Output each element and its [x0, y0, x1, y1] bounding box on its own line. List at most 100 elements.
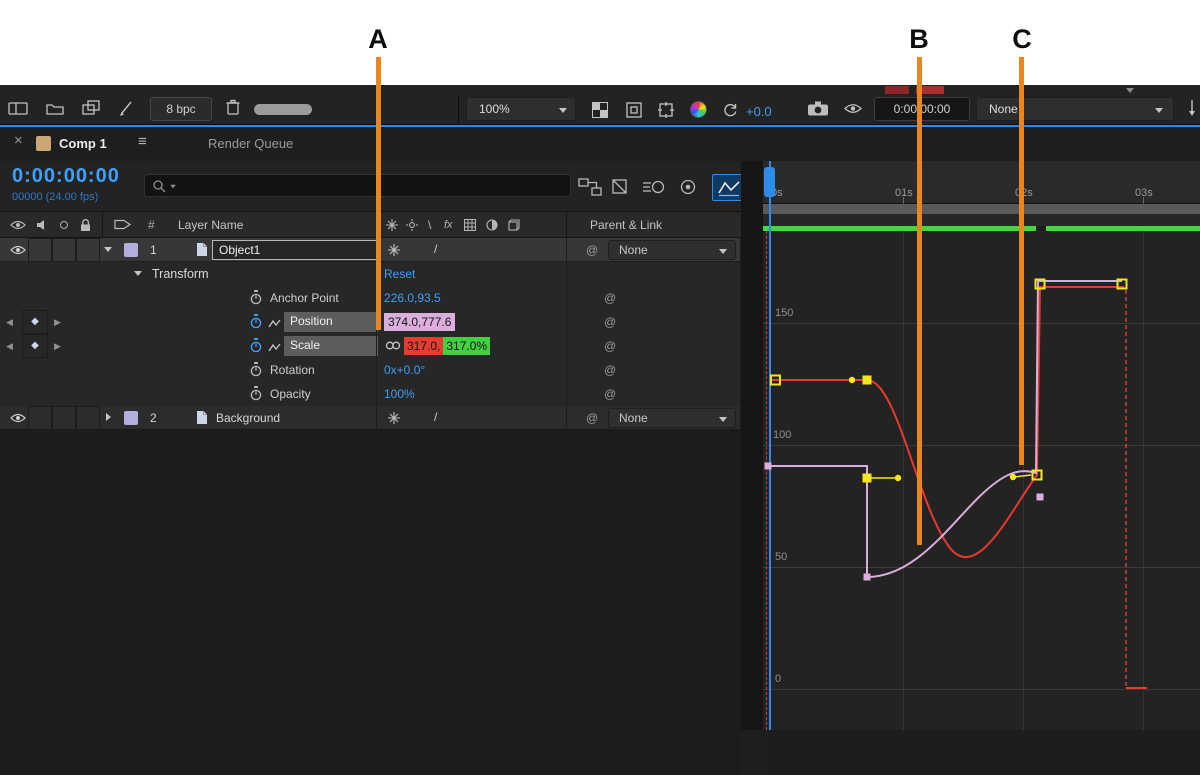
pen-icon[interactable] — [1186, 99, 1198, 117]
snapshot-camera-icon[interactable] — [808, 101, 828, 116]
quality-switch-icon[interactable]: / — [434, 242, 437, 257]
pickwhip-icon[interactable]: @ — [604, 387, 616, 402]
layer2-parent-dropdown[interactable]: None — [608, 408, 736, 428]
zoom-dropdown[interactable]: 100% — [466, 97, 576, 121]
column-hash[interactable]: # — [148, 218, 155, 233]
keyframe-handles[interactable] — [848, 376, 1032, 482]
pickwhip-icon[interactable]: @ — [586, 243, 598, 258]
solo-toggle-cell[interactable] — [52, 406, 76, 430]
stopwatch-icon-active[interactable] — [250, 338, 262, 353]
brush-icon[interactable] — [118, 99, 134, 117]
scale-values: 317.0, 317.0% — [404, 337, 491, 355]
constrain-link-icon[interactable] — [385, 341, 401, 350]
view-layout-dropdown[interactable]: None — [976, 97, 1174, 121]
close-icon[interactable]: × — [14, 133, 23, 148]
keyframe-toggle-cell[interactable]: ◆ — [22, 310, 48, 334]
panel-gutter[interactable] — [741, 161, 763, 730]
reset-exposure-icon[interactable] — [722, 102, 738, 118]
position-label-box[interactable]: Position — [284, 312, 378, 332]
show-snapshot-icon[interactable] — [844, 103, 862, 114]
transform-group-label[interactable]: Transform — [152, 267, 209, 282]
eye-icon[interactable] — [10, 245, 26, 255]
anchor-point-value[interactable]: 226.0,93.5 — [384, 291, 441, 306]
layer2-label-swatch[interactable] — [124, 411, 138, 425]
region-of-interest-icon[interactable] — [626, 102, 642, 118]
layer1-label-swatch[interactable] — [124, 243, 138, 257]
transparency-grid-icon[interactable] — [592, 102, 608, 118]
preview-timecode-box[interactable]: 0:00:00:00 — [874, 97, 970, 121]
current-timecode[interactable]: 0:00:00:00 — [12, 165, 120, 187]
opacity-label[interactable]: Opacity — [270, 387, 311, 402]
annotation-line-a — [376, 57, 381, 330]
column-layer-name[interactable]: Layer Name — [178, 218, 243, 233]
graph-toggle-icon[interactable] — [268, 342, 281, 353]
audio-toggle-cell[interactable] — [28, 406, 52, 430]
value-curve-lavender[interactable] — [766, 280, 1122, 579]
cube-3d-column-icon — [508, 219, 520, 231]
pickwhip-icon[interactable]: @ — [586, 411, 598, 426]
stopwatch-icon[interactable] — [250, 362, 262, 377]
stopwatch-icon[interactable] — [250, 386, 262, 401]
keyframe-markers[interactable] — [764, 278, 1128, 581]
next-keyframe-icon[interactable]: ▶ — [54, 315, 61, 330]
scale-x-value[interactable]: 317.0, — [404, 337, 444, 355]
lock-toggle-cell[interactable] — [76, 238, 100, 262]
prev-keyframe-icon[interactable]: ◀ — [6, 315, 13, 330]
next-keyframe-icon[interactable]: ▶ — [54, 339, 61, 354]
stopwatch-icon[interactable] — [250, 290, 262, 305]
exposure-value[interactable]: +0.0 — [746, 104, 772, 119]
workspace-icon[interactable] — [8, 101, 28, 117]
anchor-point-label[interactable]: Anchor Point — [270, 291, 339, 306]
position-value[interactable]: 374.0,777.6 — [384, 313, 456, 331]
eye-icon[interactable] — [10, 413, 26, 423]
value-curve-red[interactable] — [770, 286, 1147, 689]
color-channels-icon[interactable] — [690, 101, 707, 118]
rotation-label[interactable]: Rotation — [270, 363, 315, 378]
stopwatch-icon-active[interactable] — [250, 314, 262, 329]
scale-label-box[interactable]: Scale — [284, 336, 378, 356]
layer2-twirl-icon[interactable] — [106, 413, 111, 421]
column-divider — [566, 238, 567, 430]
trash-icon[interactable] — [226, 99, 240, 116]
motion-blur-icon[interactable] — [676, 177, 700, 197]
collapse-switch-icon[interactable] — [388, 244, 400, 256]
layer1-name-box[interactable]: Object1 — [212, 240, 380, 260]
keyframe-toggle-cell[interactable]: ◆ — [22, 334, 48, 358]
layer2-name[interactable]: Background — [216, 411, 280, 426]
layer1-parent-value: None — [619, 243, 648, 257]
audio-toggle-cell[interactable] — [28, 238, 52, 262]
grid-guides-icon[interactable] — [658, 102, 674, 118]
column-parent-link[interactable]: Parent & Link — [590, 218, 662, 233]
tab-render-queue[interactable]: Render Queue — [208, 136, 293, 151]
scale-y-value[interactable]: 317.0% — [443, 337, 491, 355]
opacity-value[interactable]: 100% — [384, 387, 415, 402]
bit-depth-button[interactable]: 8 bpc — [150, 97, 212, 121]
layer1-parent-dropdown[interactable]: None — [608, 240, 736, 260]
playhead-handle[interactable] — [764, 167, 775, 197]
panel-menu-icon[interactable]: ≡ — [138, 134, 147, 149]
search-input[interactable] — [144, 174, 571, 197]
quality-switch-icon[interactable]: / — [434, 410, 437, 425]
folder-icon[interactable] — [46, 102, 64, 116]
scroll-up-icon[interactable] — [1126, 88, 1134, 93]
collapse-switch-icon[interactable] — [388, 412, 400, 424]
chevron-down-icon — [719, 417, 727, 422]
solo-toggle-cell[interactable] — [52, 238, 76, 262]
pickwhip-icon[interactable]: @ — [604, 339, 616, 354]
frame-blending-icon[interactable] — [642, 177, 666, 197]
pickwhip-icon[interactable]: @ — [604, 315, 616, 330]
prev-keyframe-icon[interactable]: ◀ — [6, 339, 13, 354]
layer1-twirl-icon[interactable] — [104, 247, 112, 252]
lock-toggle-cell[interactable] — [76, 406, 100, 430]
graph-toggle-icon[interactable] — [268, 318, 281, 329]
draft-3d-icon[interactable] — [610, 177, 634, 197]
snapshot-icon[interactable] — [82, 100, 100, 116]
pickwhip-icon[interactable]: @ — [604, 291, 616, 306]
comp-color-swatch — [36, 136, 51, 151]
tab-comp[interactable]: Comp 1 — [59, 136, 107, 151]
transform-reset-link[interactable]: Reset — [384, 267, 415, 282]
pickwhip-icon[interactable]: @ — [604, 363, 616, 378]
composition-mini-flowchart-icon[interactable] — [578, 177, 602, 197]
rotation-value[interactable]: 0x+0.0° — [384, 363, 425, 378]
transform-twirl-icon[interactable] — [134, 271, 142, 276]
